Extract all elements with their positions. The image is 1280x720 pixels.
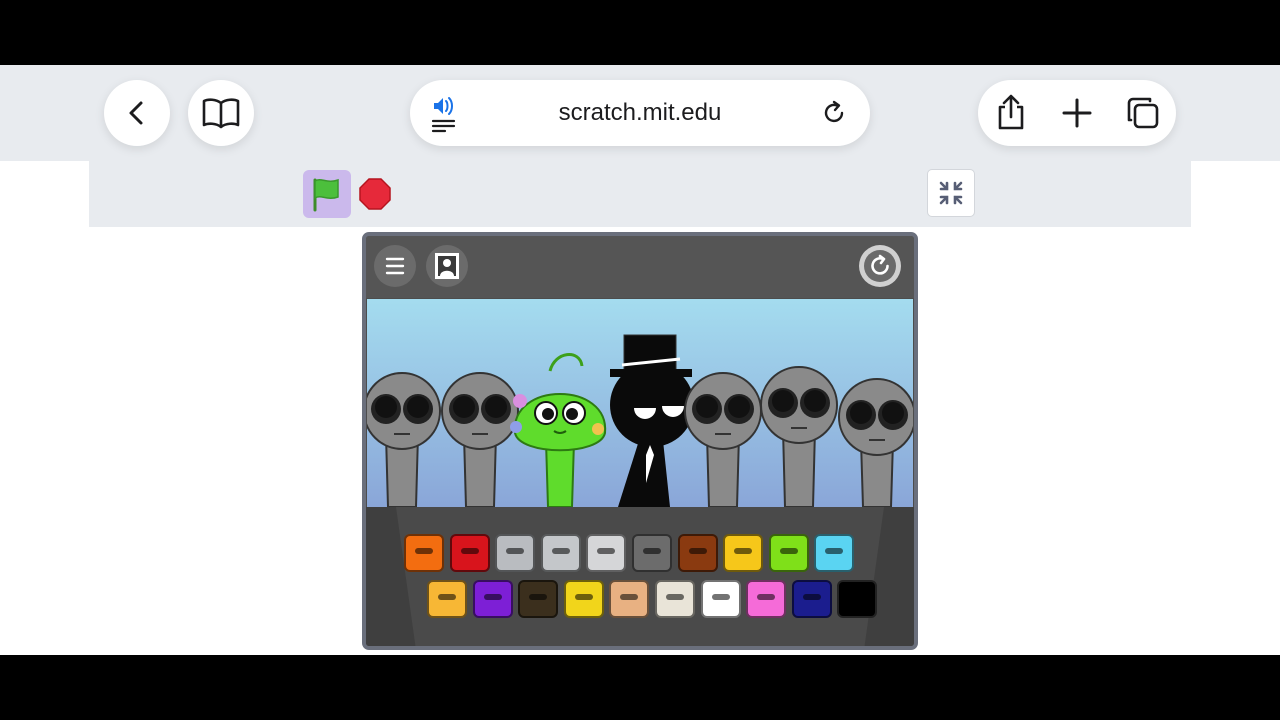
green-flag-button[interactable] — [303, 170, 351, 218]
reload-icon[interactable] — [820, 99, 848, 127]
silver-cloud-sound-icon[interactable] — [586, 534, 627, 572]
chevron-left-icon — [129, 101, 143, 125]
navy-sound-icon[interactable] — [791, 580, 832, 618]
reader-button[interactable] — [188, 80, 254, 146]
purple-horns-sound-icon[interactable] — [472, 580, 513, 618]
cyan-headphones-sound-icon[interactable] — [814, 534, 855, 572]
dark-green-blob-sound-icon[interactable] — [518, 580, 559, 618]
browser-viewport: scratch.mit.edu — [0, 65, 1280, 655]
sound-icon-mark — [825, 548, 844, 554]
sound-icon-mark — [551, 548, 570, 554]
yellow-squiggle-sound-icon[interactable] — [563, 580, 604, 618]
sound-icon-mark — [460, 548, 479, 554]
tab-actions — [978, 80, 1176, 146]
browser-toolbar: scratch.mit.edu — [0, 65, 1280, 161]
sound-icon-mark — [757, 594, 776, 600]
tabs-icon[interactable] — [1123, 93, 1163, 133]
sound-palette — [366, 507, 914, 646]
sound-icon-mark — [779, 548, 798, 554]
letterbox-top — [0, 0, 1280, 65]
url-text[interactable]: scratch.mit.edu — [480, 80, 800, 146]
speaker-wave-icon[interactable] — [430, 93, 460, 133]
sound-icon-mark — [711, 594, 730, 600]
hamburger-menu-icon — [385, 257, 405, 275]
pink-bunny-sound-icon[interactable] — [746, 580, 787, 618]
sound-icon-mark — [483, 594, 502, 600]
back-button[interactable] — [104, 80, 170, 146]
palette-background — [366, 507, 914, 646]
tan-hair-sound-icon[interactable] — [609, 580, 650, 618]
project-stage[interactable] — [362, 232, 918, 650]
sound-icon-mark — [529, 594, 548, 600]
sound-icon-mark — [506, 548, 525, 554]
address-bar[interactable]: scratch.mit.edu — [410, 80, 870, 146]
sound-icon-mark — [574, 594, 593, 600]
reset-icon[interactable] — [858, 244, 902, 288]
menu-button[interactable] — [374, 245, 416, 287]
sound-icon-mark — [688, 548, 707, 554]
collapse-icon — [939, 181, 963, 205]
lime-spiky-sound-icon[interactable] — [768, 534, 809, 572]
unfullscreen-button[interactable] — [927, 169, 975, 217]
game-scene — [367, 299, 913, 507]
red-sound-icon[interactable] — [449, 534, 490, 572]
stop-sign-icon[interactable] — [359, 178, 391, 210]
brown-bucket-sound-icon[interactable] — [677, 534, 718, 572]
game-top-bar — [366, 236, 914, 298]
sound-icon-mark — [415, 548, 433, 554]
white-cat-sound-icon[interactable] — [700, 580, 741, 618]
sound-icon-mark — [734, 548, 753, 554]
sound-icon-mark — [802, 594, 821, 600]
sound-icon-mark — [620, 594, 639, 600]
yellow-visor-sound-icon[interactable] — [723, 534, 764, 572]
letterbox-bottom — [0, 655, 1280, 720]
sound-icon-mark — [438, 594, 456, 600]
propeller-cap-sound-icon[interactable] — [655, 580, 695, 618]
scratch-controls-bar — [89, 161, 1191, 227]
sound-icon-mark — [643, 548, 661, 554]
dark-gray-cat-sound-icon[interactable] — [632, 534, 672, 572]
silver-antenna-sound-icon[interactable] — [495, 534, 536, 572]
silver-headphones-sound-icon[interactable] — [540, 534, 581, 572]
sound-icon-mark — [597, 548, 616, 554]
plus-icon[interactable] — [1057, 93, 1097, 133]
portrait-icon — [435, 253, 459, 279]
sound-icon-mark — [848, 594, 867, 600]
green-flag-icon — [313, 178, 339, 212]
sound-icon-mark — [666, 594, 684, 600]
yellow-crown-sound-icon[interactable] — [427, 580, 467, 618]
book-icon — [202, 98, 240, 129]
portrait-button[interactable] — [426, 245, 468, 287]
orange-sound-icon[interactable] — [404, 534, 444, 572]
black-sound-icon[interactable] — [837, 580, 878, 618]
share-icon[interactable] — [991, 93, 1031, 133]
